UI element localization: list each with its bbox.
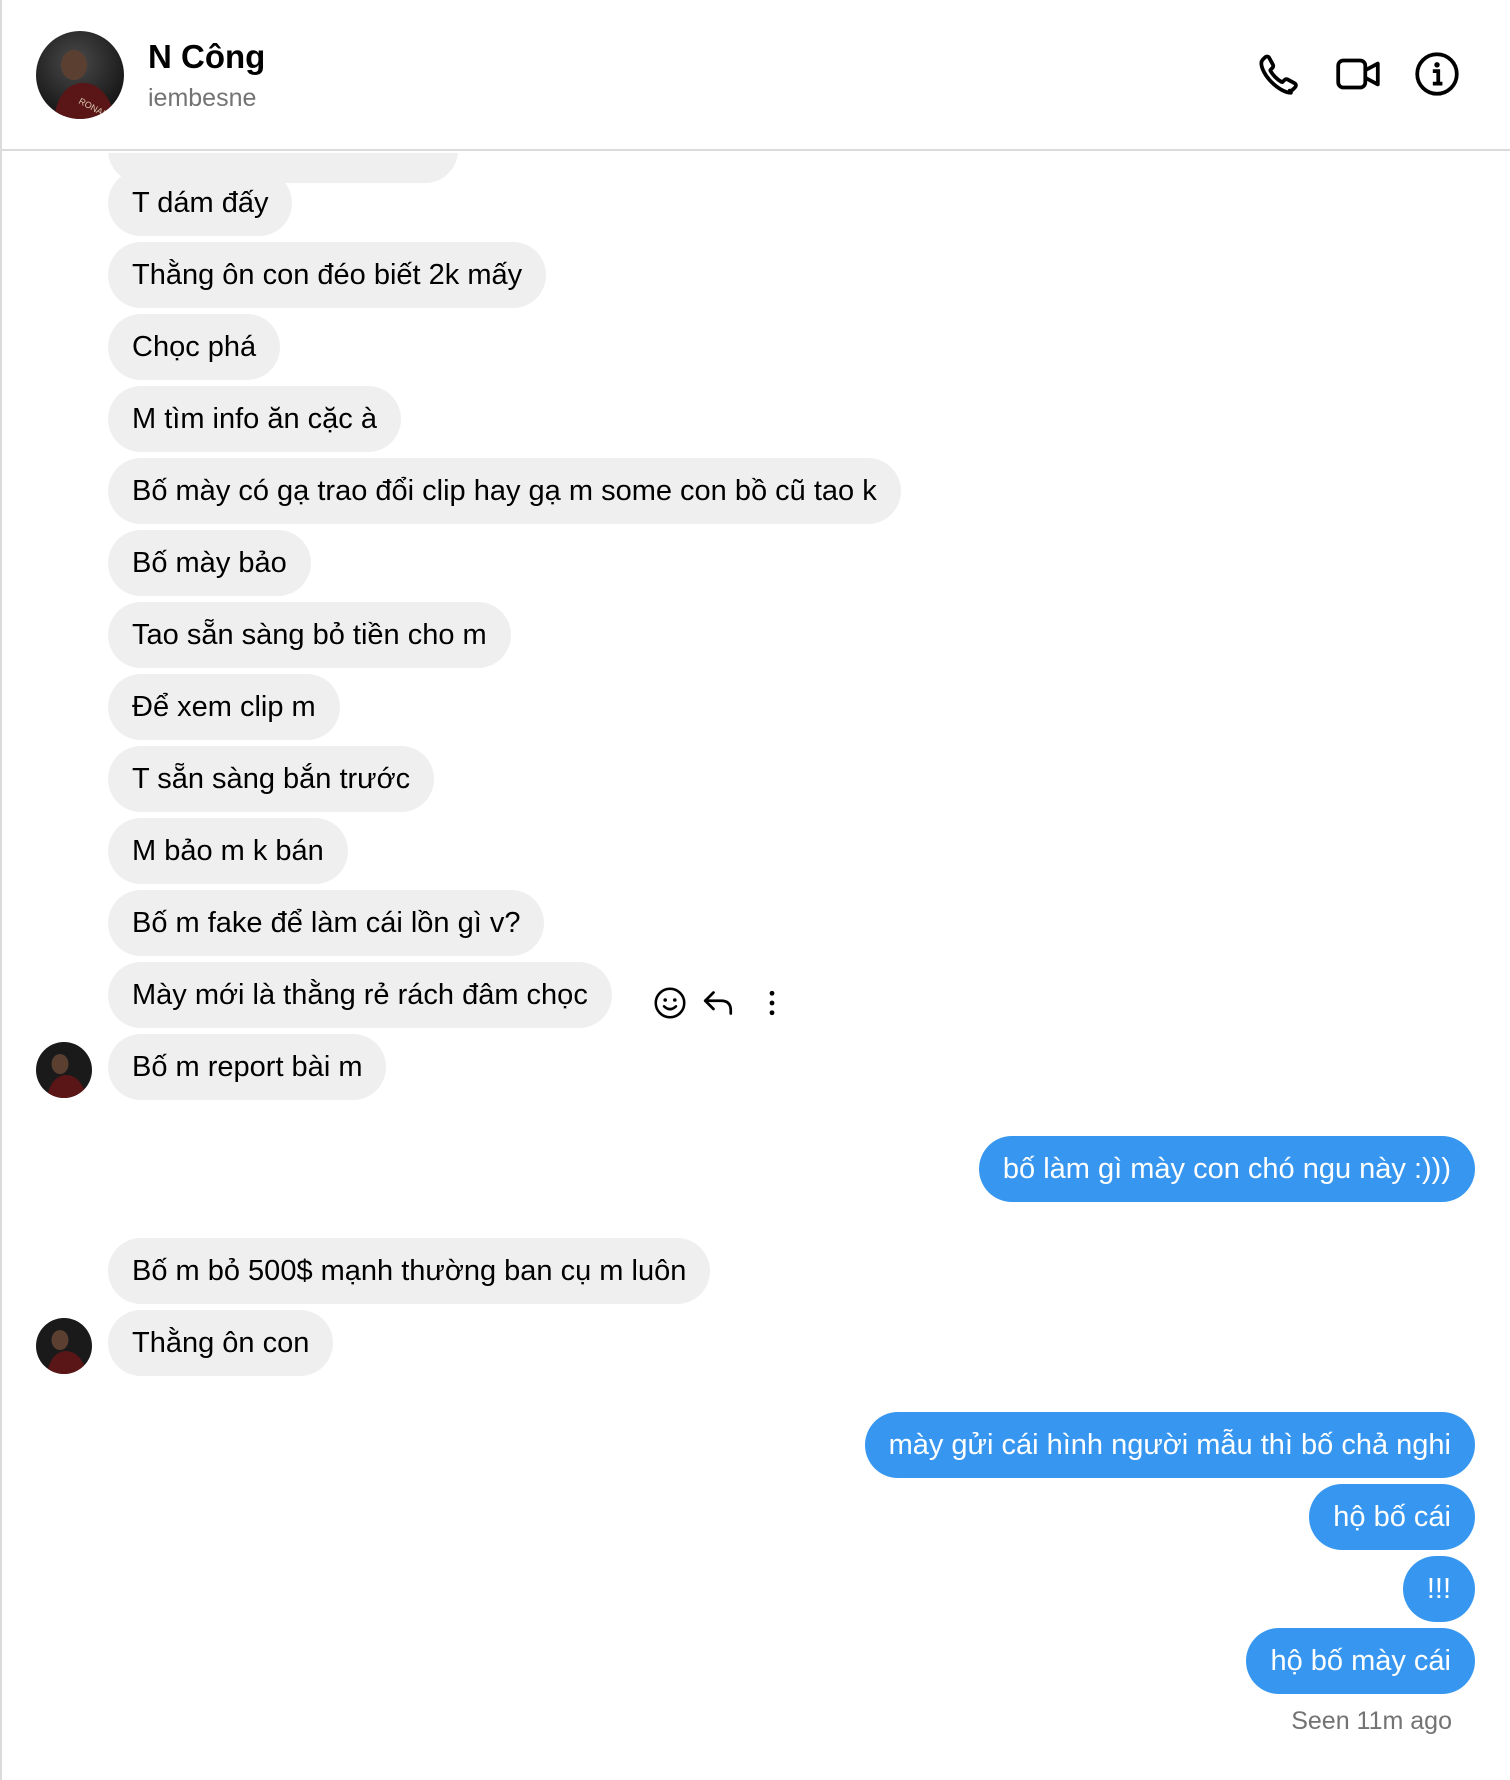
sender-avatar[interactable]: [36, 1318, 92, 1374]
info-button[interactable]: [1411, 48, 1463, 100]
message-actions: [650, 978, 800, 1028]
message-thread[interactable]: T dám đấy Thằng ôn con đéo biết 2k mấy C…: [2, 153, 1510, 1780]
message-bubble-outgoing[interactable]: hộ bố mày cái: [1246, 1628, 1475, 1694]
message-bubble-incoming[interactable]: Để xem clip m: [108, 674, 340, 740]
message-bubble-incoming[interactable]: M bảo m k bán: [108, 818, 348, 884]
chat-header: RONALD N Công iembesne: [2, 0, 1510, 151]
message-bubble-incoming[interactable]: M tìm info ăn cặc à: [108, 386, 401, 452]
message-bubble-outgoing[interactable]: mày gửi cái hình người mẫu thì bố chả ng…: [864, 1412, 1475, 1478]
message-bubble-incoming[interactable]: Thằng ôn con: [108, 1310, 334, 1376]
video-call-button[interactable]: [1332, 48, 1384, 100]
info-icon: [1415, 52, 1459, 96]
message-bubble-incoming[interactable]: Thằng ôn con đéo biết 2k mấy: [108, 242, 547, 308]
call-button[interactable]: [1252, 48, 1304, 100]
contact-avatar[interactable]: RONALD: [36, 31, 124, 119]
contact-username: iembesne: [148, 84, 257, 112]
message-bubble-incoming[interactable]: Tao sẵn sàng bỏ tiền cho m: [108, 602, 511, 668]
seen-status: Seen 11m ago: [1291, 1707, 1452, 1735]
reply-icon: [703, 991, 733, 1015]
react-button[interactable]: [650, 983, 690, 1023]
message-bubble-outgoing[interactable]: hộ bố cái: [1309, 1484, 1475, 1550]
message-bubble-incoming[interactable]: Mày mới là thằng rẻ rách đâm chọc: [108, 962, 612, 1028]
video-icon: [1336, 58, 1380, 90]
more-icon: [769, 990, 775, 1016]
chat-window: RONALD N Công iembesne T dám đấy Thằng ô…: [0, 0, 1510, 1780]
message-bubble-incoming[interactable]: Chọc phá: [108, 314, 281, 380]
message-bubble-incoming[interactable]: Bố m report bài m: [108, 1034, 387, 1100]
message-bubble-incoming[interactable]: Bố mày bảo: [108, 530, 311, 596]
react-icon: [654, 987, 686, 1019]
phone-icon: [1259, 54, 1298, 95]
message-bubble-incoming[interactable]: Bố m bỏ 500$ mạnh thường ban cụ m luôn: [108, 1238, 711, 1304]
contact-name[interactable]: N Công: [148, 38, 265, 76]
message-bubble-incoming[interactable]: Bố m fake để làm cái lồn gì v?: [108, 890, 545, 956]
more-options-button[interactable]: [752, 983, 792, 1023]
message-bubble-outgoing[interactable]: !!!: [1402, 1556, 1475, 1622]
reply-button[interactable]: [698, 983, 738, 1023]
message-bubble-incoming[interactable]: T dám đấy: [108, 170, 293, 236]
message-bubble-incoming[interactable]: Bố mày có gạ trao đổi clip hay gạ m some…: [108, 458, 901, 524]
message-bubble-incoming[interactable]: T sẵn sàng bắn trước: [108, 746, 435, 812]
message-bubble-outgoing[interactable]: bố làm gì mày con chó ngu này :))): [978, 1136, 1475, 1202]
sender-avatar[interactable]: [36, 1042, 92, 1098]
